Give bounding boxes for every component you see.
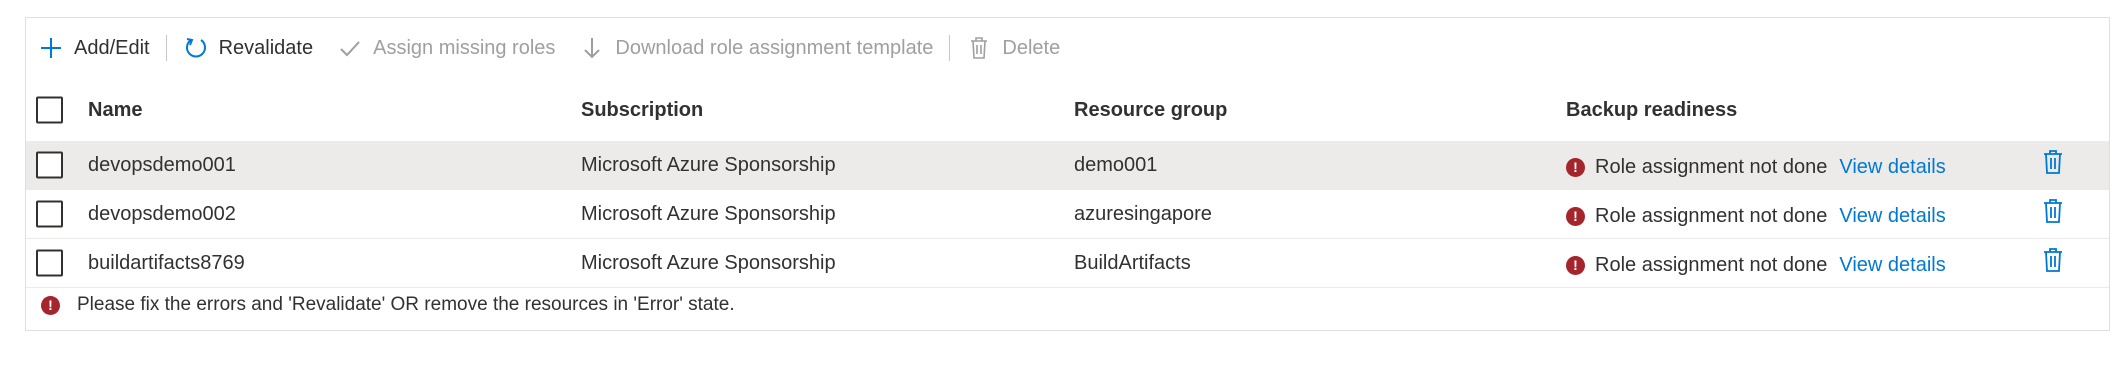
row-delete-button[interactable] <box>2041 141 2065 189</box>
column-header-backup-readiness[interactable]: Backup readiness <box>1566 80 1737 140</box>
status-text: Role assignment not done <box>1595 155 1828 178</box>
error-icon: ! <box>41 295 60 315</box>
download-template-label: Download role assignment template <box>615 36 934 59</box>
row-resource-group: azuresingapore <box>1074 202 1212 225</box>
error-icon: ! <box>1566 255 1585 275</box>
error-summary-text: Please fix the errors and 'Revalidate' O… <box>77 294 735 315</box>
view-details-link[interactable]: View details <box>1839 254 1945 277</box>
column-header-name[interactable]: Name <box>88 80 142 140</box>
row-name: devopsdemo002 <box>88 202 236 225</box>
plus-icon <box>38 35 64 61</box>
error-icon: ! <box>1566 206 1585 226</box>
row-checkbox[interactable] <box>36 200 63 228</box>
delete-label: Delete <box>1002 36 1061 59</box>
view-details-link[interactable]: View details <box>1839 205 1945 228</box>
row-checkbox[interactable] <box>36 249 63 277</box>
select-all-checkbox[interactable] <box>36 96 63 124</box>
status-text: Role assignment not done <box>1595 253 1828 276</box>
add-edit-label: Add/Edit <box>74 36 150 59</box>
toolbar: Add/Edit Revalidate Assign missing roles… <box>26 18 2109 78</box>
view-details-link[interactable]: View details <box>1839 156 1945 179</box>
column-header-resource-group[interactable]: Resource group <box>1074 80 1227 140</box>
row-backup-readiness: ! Role assignment not done View details <box>1566 192 1946 240</box>
table-header: Name Subscription Resource group Backup … <box>26 80 2109 140</box>
refresh-icon <box>183 35 209 61</box>
assign-missing-roles-button[interactable]: Assign missing roles <box>325 18 567 78</box>
revalidate-button[interactable]: Revalidate <box>171 18 326 78</box>
error-summary: ! Please fix the errors and 'Revalidate'… <box>26 280 2109 330</box>
table-row[interactable]: devopsdemo002 Microsoft Azure Sponsorshi… <box>26 190 2109 239</box>
row-backup-readiness: ! Role assignment not done View details <box>1566 143 1946 191</box>
table-row[interactable]: devopsdemo001 Microsoft Azure Sponsorshi… <box>26 141 2109 190</box>
row-subscription: Microsoft Azure Sponsorship <box>581 153 836 176</box>
checkmark-icon <box>337 35 363 61</box>
row-subscription: Microsoft Azure Sponsorship <box>581 202 836 225</box>
assign-missing-roles-label: Assign missing roles <box>373 36 556 59</box>
validation-panel: Add/Edit Revalidate Assign missing roles… <box>25 17 2110 331</box>
row-name: devopsdemo001 <box>88 153 236 176</box>
toolbar-divider <box>165 35 167 61</box>
error-icon: ! <box>1566 157 1585 177</box>
row-checkbox[interactable] <box>36 151 63 179</box>
delete-button[interactable]: Delete <box>954 18 1072 78</box>
trash-icon <box>2041 149 2065 181</box>
column-header-subscription[interactable]: Subscription <box>581 80 703 140</box>
download-template-button[interactable]: Download role assignment template <box>567 18 945 78</box>
add-edit-button[interactable]: Add/Edit <box>26 18 162 78</box>
revalidate-label: Revalidate <box>218 36 314 59</box>
trash-icon <box>966 35 992 61</box>
status-text: Role assignment not done <box>1595 204 1828 227</box>
row-delete-button[interactable] <box>2041 190 2065 238</box>
toolbar-divider <box>949 35 951 61</box>
row-resource-group: demo001 <box>1074 153 1158 176</box>
download-arrow-icon <box>579 35 605 61</box>
trash-icon <box>2041 247 2065 279</box>
trash-icon <box>2041 198 2065 230</box>
